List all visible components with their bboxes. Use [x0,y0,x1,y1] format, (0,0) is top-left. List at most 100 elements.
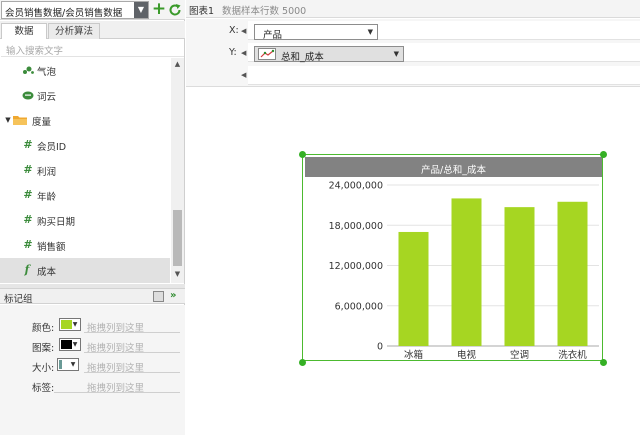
list-item-age[interactable]: # 年龄 [0,183,170,208]
resize-handle-top-left[interactable] [299,151,306,158]
scrollbar-thumb[interactable] [173,210,182,266]
chevron-down-icon[interactable]: ▼ [134,2,148,18]
refresh-icon[interactable] [168,3,182,17]
marks-group-body: 颜色: ▼ 拖拽列到这里 图案: ▼ 拖拽列到这里 大小: ▼ 拖拽列到这里 标… [0,305,185,435]
line-chart-type-icon[interactable] [258,48,276,60]
marks-row-label-field: 标签: 拖拽列到这里 [0,375,185,395]
marks-group-header: 标记组 » [0,288,185,305]
bar [451,198,482,346]
list-item-member-id[interactable]: # 会员ID [0,133,170,158]
bar [504,207,535,346]
chevron-down-icon: ▼ [72,321,78,328]
size-swatch [59,360,67,369]
bar [557,201,588,346]
bubble-icon [23,66,34,74]
color-drop-zone[interactable]: 拖拽列到这里 [84,318,180,334]
resize-handle-bottom-left[interactable] [299,359,306,366]
chart-canvas: 产品/总和_成本 0 6,000,000 12,000,000 18,000,000 2… [186,88,640,435]
list-item-label: 销售额 [37,242,66,253]
y-shelf-collapse-icon[interactable]: ◀ [241,49,246,57]
tab-data[interactable]: 数据 [1,23,47,39]
y-tick-label: 6,000,000 [335,301,383,312]
resize-handle-top-right[interactable] [600,151,607,158]
list-item-purchase-date[interactable]: # 购买日期 [0,208,170,233]
y-tick-label: 12,000,000 [329,261,383,272]
resize-handle-bottom-right[interactable] [600,359,607,366]
list-item-label: 度量 [32,117,52,128]
list-item-label: 年龄 [37,192,57,203]
chart-title-banner: 产品/总和_成本 [305,157,602,177]
bar [398,231,429,346]
marks-row-color: 颜色: ▼ 拖拽列到这里 [0,315,185,335]
chart-container[interactable]: 产品/总和_成本 0 6,000,000 12,000,000 18,000,000 2… [302,154,603,361]
chart-panel: 图表1 数据样本行数 5000 X: ◀ 产品 ▼ Y: ◀ 总和_成本 ▼ ◀… [186,0,640,435]
list-item-label: 会员ID [37,142,67,153]
extra-shelf-collapse-icon[interactable]: ◀ [241,71,246,79]
x-shelf[interactable]: 产品 ▼ [248,21,640,41]
drop-zone-placeholder: 拖拽列到这里 [87,323,145,334]
pattern-drop-zone[interactable]: 拖拽列到这里 [84,338,180,354]
list-item-label: 词云 [37,92,57,103]
chevron-down-icon[interactable]: ▼ [394,50,399,58]
y-tick-label: 18,000,000 [329,221,383,232]
size-drop-zone[interactable]: 拖拽列到这里 [84,358,180,374]
list-item-wordcloud[interactable]: 词云 [0,83,170,108]
y-shelf[interactable]: 总和_成本 ▼ [248,43,640,63]
y-tick-label: 0 [377,342,383,353]
hash-icon: # [23,238,33,251]
x-tick-label: 冰箱 [404,349,423,360]
list-item-profit[interactable]: # 利润 [0,158,170,183]
x-shelf-collapse-icon[interactable]: ◀ [241,27,246,35]
drop-zone-placeholder: 拖拽列到这里 [87,363,145,374]
list-item-bubble[interactable]: 气泡 [0,58,170,83]
bar-chart: 0 6,000,000 12,000,000 18,000,000 24,000,000… [329,181,599,360]
chart-name: 图表1 [189,6,215,17]
x-shelf-label: X: [229,25,239,36]
dataset-toolbar: 会员销售数据/会员销售数据 ▼ + [0,0,185,20]
y-field-pill[interactable]: 总和_成本 ▼ [254,46,404,63]
size-picker[interactable]: ▼ [57,358,79,371]
x-field-pill[interactable]: 产品 ▼ [254,24,378,41]
folder-icon [13,116,27,125]
marks-row-label: 颜色: [32,323,55,334]
chart-title-bar: 图表1 数据样本行数 5000 [186,0,640,18]
search-input[interactable]: 输入搜索文字 [1,41,184,57]
pattern-picker[interactable]: ▼ [59,338,81,351]
marks-row-label: 标签: [32,383,55,394]
hash-icon: # [23,188,33,201]
field-list: 气泡 词云 ▼ 度量 # 会员ID # 利润 # 年龄 # 购买日期 # 销售额… [0,58,185,283]
x-tick-label: 空调 [510,349,529,360]
list-item-measures-folder[interactable]: ▼ 度量 [0,108,170,133]
x-tick-label: 电视 [457,349,477,360]
field-list-scrollbar[interactable]: ▲ ▼ [171,58,184,283]
label-drop-zone[interactable]: 拖拽列到这里 [54,378,180,394]
function-icon: f [24,263,30,276]
list-item-label: 利润 [37,167,57,178]
collapse-icon[interactable]: » [170,290,176,301]
add-dataset-button[interactable]: + [151,1,167,19]
list-item-label: 购买日期 [37,217,76,228]
list-item-label: 成本 [37,267,57,278]
settings-icon[interactable] [153,291,164,302]
scroll-up-icon[interactable]: ▲ [171,60,184,70]
extra-shelf[interactable] [248,66,640,85]
marks-row-label: 大小: [32,363,55,374]
chevron-down-icon: ▼ [70,361,76,368]
wordcloud-icon [22,91,34,100]
list-item-sales[interactable]: # 销售额 [0,233,170,258]
sample-rows-info: 数据样本行数 5000 [222,6,307,17]
data-panel: 会员销售数据/会员销售数据 ▼ + 数据 分析算法 输入搜索文字 气泡 词云 ▼… [0,0,185,435]
panel-tabs: 数据 分析算法 [0,21,185,39]
color-picker[interactable]: ▼ [59,318,81,331]
list-item-label: 气泡 [37,67,57,78]
dataset-select-value: 会员销售数据/会员销售数据 [5,8,123,19]
tab-analysis-algorithms[interactable]: 分析算法 [48,23,100,39]
chevron-down-icon[interactable]: ▼ [368,28,373,36]
list-item-cost[interactable]: f 成本 [0,258,170,283]
hash-icon: # [23,163,33,176]
scroll-down-icon[interactable]: ▼ [171,270,184,280]
dataset-select[interactable]: 会员销售数据/会员销售数据 ▼ [1,1,149,19]
chevron-down-icon: ▼ [72,341,78,348]
hash-icon: # [23,213,33,226]
hash-icon: # [23,138,33,151]
